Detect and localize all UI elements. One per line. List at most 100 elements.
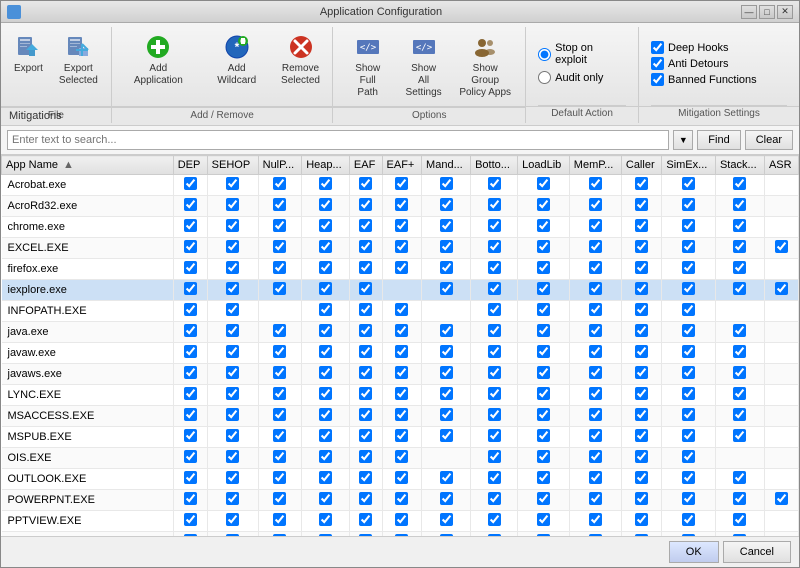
row-checkbox[interactable] (440, 345, 453, 358)
row-checkbox[interactable] (488, 408, 501, 421)
search-dropdown[interactable]: ▼ (673, 130, 693, 150)
row-checkbox[interactable] (184, 282, 197, 295)
row-checkbox[interactable] (273, 408, 286, 421)
row-checkbox[interactable] (359, 471, 372, 484)
table-row[interactable]: iexplore.exe (2, 280, 799, 301)
row-checkbox[interactable] (537, 366, 550, 379)
row-checkbox[interactable] (226, 471, 239, 484)
row-checkbox[interactable] (682, 324, 695, 337)
ok-button[interactable]: OK (669, 541, 719, 563)
stop-on-exploit-radio[interactable] (538, 48, 551, 61)
row-checkbox[interactable] (537, 429, 550, 442)
row-checkbox[interactable] (733, 240, 746, 253)
row-checkbox[interactable] (537, 303, 550, 316)
row-checkbox[interactable] (273, 513, 286, 526)
row-checkbox[interactable] (359, 219, 372, 232)
table-row[interactable]: INFOPATH.EXE (2, 301, 799, 322)
row-checkbox[interactable] (319, 471, 332, 484)
row-checkbox[interactable] (359, 408, 372, 421)
row-checkbox[interactable] (488, 303, 501, 316)
row-checkbox[interactable] (682, 471, 695, 484)
row-checkbox[interactable] (589, 387, 602, 400)
row-checkbox[interactable] (440, 387, 453, 400)
row-checkbox[interactable] (319, 513, 332, 526)
row-checkbox[interactable] (488, 219, 501, 232)
audit-only-radio[interactable] (538, 71, 551, 84)
row-checkbox[interactable] (488, 366, 501, 379)
row-checkbox[interactable] (184, 471, 197, 484)
row-checkbox[interactable] (226, 219, 239, 232)
row-checkbox[interactable] (184, 198, 197, 211)
row-checkbox[interactable] (589, 429, 602, 442)
row-checkbox[interactable] (589, 219, 602, 232)
table-row[interactable]: javaws.exe (2, 364, 799, 385)
row-checkbox[interactable] (359, 513, 372, 526)
row-checkbox[interactable] (359, 387, 372, 400)
table-row[interactable]: javaw.exe (2, 343, 799, 364)
row-checkbox[interactable] (395, 261, 408, 274)
table-row[interactable]: java.exe (2, 322, 799, 343)
row-checkbox[interactable] (682, 387, 695, 400)
col-memp[interactable]: MemP... (569, 156, 621, 175)
row-checkbox[interactable] (589, 408, 602, 421)
row-checkbox[interactable] (488, 387, 501, 400)
row-checkbox[interactable] (537, 261, 550, 274)
show-all-settings-button[interactable]: </> Show All Settings (398, 29, 449, 103)
row-checkbox[interactable] (226, 429, 239, 442)
row-checkbox[interactable] (319, 366, 332, 379)
row-checkbox[interactable] (184, 492, 197, 505)
row-checkbox[interactable] (733, 471, 746, 484)
col-simex[interactable]: SimEx... (662, 156, 716, 175)
row-checkbox[interactable] (589, 198, 602, 211)
deep-hooks-checkbox[interactable] (651, 41, 664, 54)
row-checkbox[interactable] (488, 429, 501, 442)
row-checkbox[interactable] (319, 261, 332, 274)
row-checkbox[interactable] (184, 450, 197, 463)
row-checkbox[interactable] (440, 429, 453, 442)
col-sehop[interactable]: SEHOP (207, 156, 258, 175)
row-checkbox[interactable] (226, 177, 239, 190)
row-checkbox[interactable] (319, 303, 332, 316)
row-checkbox[interactable] (184, 429, 197, 442)
row-checkbox[interactable] (635, 450, 648, 463)
row-checkbox[interactable] (682, 219, 695, 232)
row-checkbox[interactable] (440, 282, 453, 295)
deep-hooks-option[interactable]: Deep Hooks (651, 41, 787, 54)
row-checkbox[interactable] (395, 219, 408, 232)
row-checkbox[interactable] (184, 513, 197, 526)
row-checkbox[interactable] (395, 429, 408, 442)
row-checkbox[interactable] (589, 450, 602, 463)
col-eafplus[interactable]: EAF+ (382, 156, 422, 175)
row-checkbox[interactable] (488, 282, 501, 295)
row-checkbox[interactable] (635, 240, 648, 253)
row-checkbox[interactable] (395, 492, 408, 505)
row-checkbox[interactable] (682, 282, 695, 295)
row-checkbox[interactable] (635, 282, 648, 295)
row-checkbox[interactable] (184, 303, 197, 316)
row-checkbox[interactable] (589, 513, 602, 526)
row-checkbox[interactable] (682, 261, 695, 274)
row-checkbox[interactable] (226, 492, 239, 505)
row-checkbox[interactable] (440, 471, 453, 484)
row-checkbox[interactable] (273, 492, 286, 505)
col-caller[interactable]: Caller (621, 156, 661, 175)
row-checkbox[interactable] (537, 450, 550, 463)
row-checkbox[interactable] (359, 303, 372, 316)
row-checkbox[interactable] (440, 492, 453, 505)
row-checkbox[interactable] (226, 345, 239, 358)
minimize-button[interactable]: — (741, 5, 757, 19)
row-checkbox[interactable] (537, 513, 550, 526)
row-checkbox[interactable] (775, 240, 788, 253)
row-checkbox[interactable] (359, 198, 372, 211)
row-checkbox[interactable] (589, 471, 602, 484)
row-checkbox[interactable] (395, 345, 408, 358)
row-checkbox[interactable] (395, 450, 408, 463)
row-checkbox[interactable] (440, 408, 453, 421)
row-checkbox[interactable] (184, 408, 197, 421)
restore-button[interactable]: □ (759, 5, 775, 19)
row-checkbox[interactable] (440, 219, 453, 232)
row-checkbox[interactable] (359, 450, 372, 463)
row-checkbox[interactable] (682, 345, 695, 358)
col-dep[interactable]: DEP (173, 156, 207, 175)
row-checkbox[interactable] (589, 282, 602, 295)
